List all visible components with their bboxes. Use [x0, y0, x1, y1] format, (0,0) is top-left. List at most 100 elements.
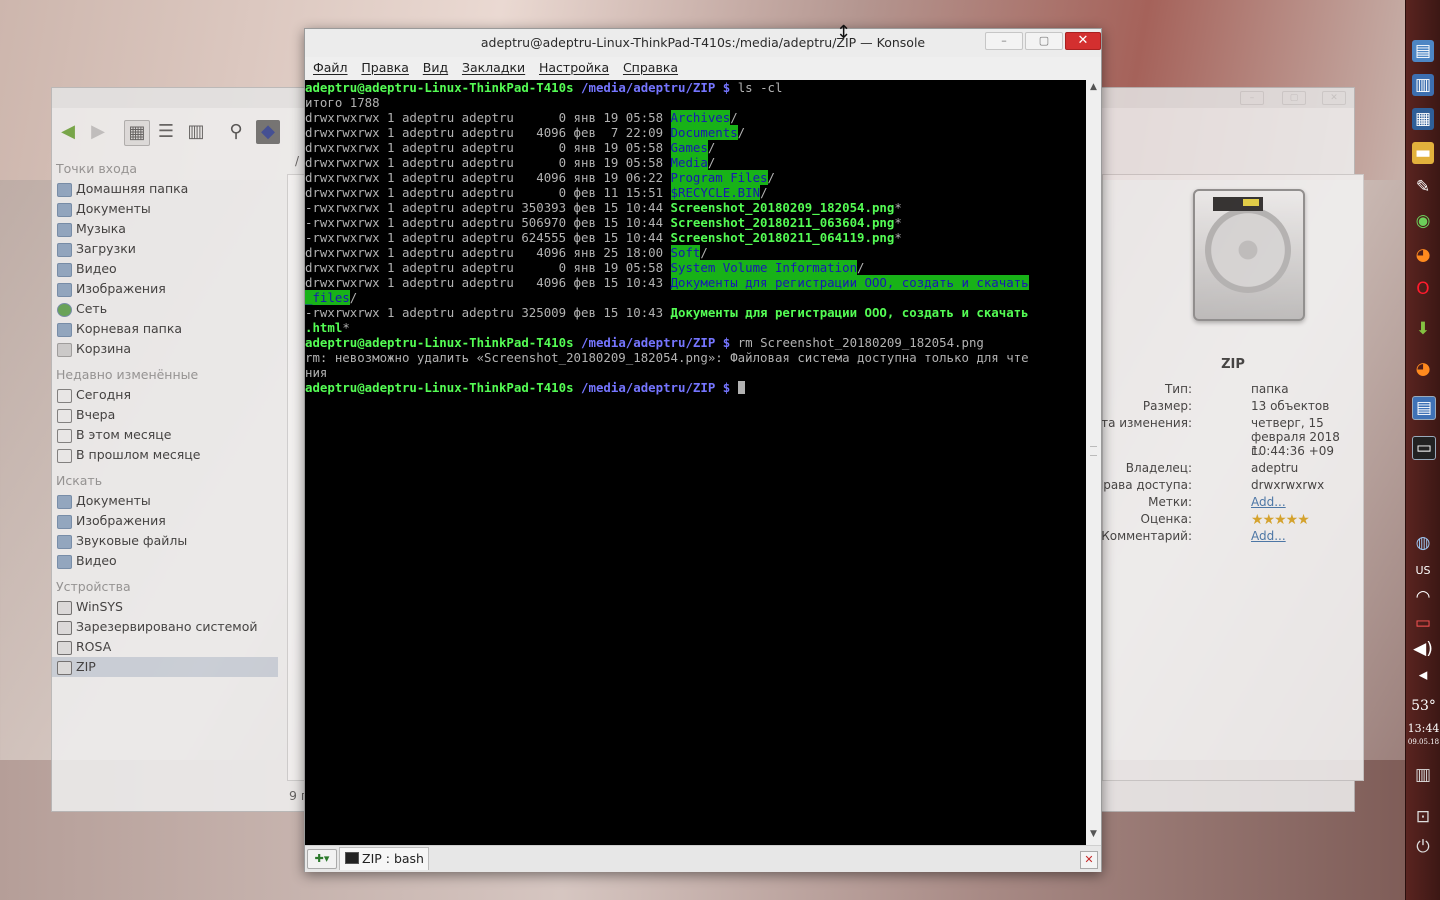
icons-view-icon[interactable]: ▦ [124, 120, 150, 146]
device-winsys[interactable]: WinSYS [52, 597, 287, 617]
scroll-up-arrow-icon[interactable]: ▲ [1088, 82, 1099, 94]
weather-temp[interactable]: 53° [1406, 698, 1440, 714]
spreadsheet-icon[interactable]: ▦ [1412, 108, 1434, 130]
place-videos[interactable]: Видео [52, 259, 287, 279]
total-line: итого 1788 [305, 95, 380, 110]
search-videos[interactable]: Видео [52, 551, 287, 571]
menu-edit[interactable]: Правка [361, 57, 409, 79]
folder-videos-icon [57, 555, 72, 569]
device-zip[interactable]: ZIP [52, 657, 278, 677]
recent-this-month[interactable]: В этом месяце [52, 425, 287, 445]
minimize-button[interactable]: – [985, 32, 1023, 50]
prompt-line: adeptru@adeptru-Linux-ThinkPad-T410s /me… [305, 335, 984, 350]
clock-time[interactable]: 13:44 [1406, 722, 1440, 735]
menu-settings[interactable]: Настройка [539, 57, 609, 79]
installer-icon[interactable]: ⬇ [1412, 318, 1434, 340]
keyboard-layout-icon[interactable]: US [1412, 560, 1434, 582]
firefox-alt-icon[interactable]: ◕ [1412, 358, 1434, 380]
info-name: ZIP [1221, 357, 1245, 372]
drive-icon [57, 601, 72, 615]
wifi-icon[interactable]: ◠ [1412, 586, 1434, 608]
details-view-icon[interactable]: ☰ [154, 120, 178, 144]
place-downloads[interactable]: Загрузки [52, 239, 287, 259]
place-pictures[interactable]: Изображения [52, 279, 287, 299]
search-icon[interactable]: ⚲ [224, 120, 248, 144]
add-comment-link[interactable]: Add... [1251, 529, 1351, 543]
menu-bookmarks[interactable]: Закладки [462, 57, 525, 79]
listing-row: drwxrwxrwx 1 adeptru adeptru 4096 янв 19… [305, 170, 775, 185]
place-trash[interactable]: Корзина [52, 339, 287, 359]
device-reserved[interactable]: Зарезервировано системой [52, 617, 287, 637]
thunderbird-icon[interactable]: ◍ [1412, 532, 1434, 554]
rating-stars[interactable]: ★★★★★ [1251, 512, 1351, 528]
place-network[interactable]: Сеть [52, 299, 287, 319]
close-button[interactable]: ✕ [1065, 32, 1101, 50]
recent-yesterday[interactable]: Вчера [52, 405, 287, 425]
search-documents[interactable]: Документы [52, 491, 287, 511]
hard-drive-icon [1193, 189, 1305, 321]
konsole-task-icon[interactable]: ▭ [1412, 436, 1436, 460]
terminal-scrollbar[interactable]: ▲ ▼ [1086, 80, 1101, 845]
breadcrumb[interactable]: / [295, 154, 299, 168]
opera-icon[interactable]: O [1412, 278, 1434, 300]
network-icon[interactable]: ◉ [1412, 210, 1434, 232]
folder-downloads-icon [57, 243, 72, 257]
menu-bar: Файл Правка Вид Закладки Настройка Справ… [305, 57, 1101, 79]
recent-today[interactable]: Сегодня [52, 385, 287, 405]
listing-row: drwxrwxrwx 1 adeptru adeptru 0 янв 19 05… [305, 110, 738, 125]
konsole-title[interactable]: adeptru@adeptru-Linux-ThinkPad-T410s:/me… [305, 29, 1101, 57]
add-tags-link[interactable]: Add... [1251, 495, 1351, 509]
calendar-icon [57, 389, 72, 403]
columns-view-icon[interactable]: ▥ [184, 120, 208, 144]
devices-heading: Устройства [56, 579, 131, 594]
listing-row: drwxrwxrwx 1 adeptru adeptru 4096 фев 7 … [305, 125, 746, 140]
dolphin-maximize-button[interactable]: ▢ [1282, 91, 1306, 105]
text-cursor [737, 381, 745, 394]
forward-arrow-icon[interactable]: ▶ [86, 120, 110, 144]
place-root[interactable]: Корневая папка [52, 319, 287, 339]
folder-icon[interactable]: ▬ [1412, 142, 1434, 164]
recent-last-month[interactable]: В прошлом месяце [52, 445, 287, 465]
listing-row: drwxrwxrwx 1 adeptru adeptru 4096 янв 25… [305, 245, 708, 260]
new-tab-button[interactable]: ✚▾ [307, 849, 337, 869]
listing-row-wrap: .html* [305, 320, 350, 335]
expand-tray-icon[interactable]: ◂ [1412, 664, 1434, 686]
menu-help[interactable]: Справка [623, 57, 678, 79]
tab-zip-bash[interactable]: ZIP : bash [339, 847, 429, 870]
close-tab-button[interactable]: ✕ [1080, 851, 1098, 869]
place-home[interactable]: Домашняя папка [52, 179, 287, 199]
text-editor-icon[interactable]: ✎ [1412, 176, 1434, 198]
search-images[interactable]: Изображения [52, 511, 287, 531]
volume-icon[interactable]: ◀) [1412, 638, 1434, 660]
scroll-down-arrow-icon[interactable]: ▼ [1088, 829, 1099, 841]
firefox-icon[interactable]: ◕ [1412, 244, 1434, 266]
file-manager-icon[interactable]: ▤ [1412, 40, 1434, 62]
power-icon[interactable]: ⏻ [1412, 836, 1434, 858]
calendar-icon [57, 429, 72, 443]
files-icon[interactable]: ▥ [1412, 74, 1434, 96]
calendar-icon [57, 449, 72, 463]
konsole-window[interactable]: adeptru@adeptru-Linux-ThinkPad-T410s:/me… [304, 28, 1102, 872]
clock-date[interactable]: 09.05.18 [1406, 738, 1440, 746]
search-audio[interactable]: Звуковые файлы [52, 531, 287, 551]
lock-icon[interactable]: ⊡ [1412, 806, 1434, 828]
preview-icon[interactable]: ◆ [256, 120, 280, 144]
battery-icon[interactable]: ▭ [1412, 612, 1434, 634]
folder-videos-icon [57, 263, 72, 277]
back-arrow-icon[interactable]: ◀ [56, 120, 80, 144]
maximize-button[interactable]: ▢ [1025, 32, 1063, 50]
menu-file[interactable]: Файл [313, 57, 348, 79]
trash-icon[interactable]: ▥ [1412, 764, 1434, 786]
menu-view[interactable]: Вид [423, 57, 448, 79]
dolphin-task-icon[interactable]: ▤ [1412, 396, 1436, 420]
dolphin-minimize-button[interactable]: – [1240, 91, 1264, 105]
scroll-handle[interactable] [1090, 446, 1097, 456]
place-music[interactable]: Музыка [52, 219, 287, 239]
calendar-icon [57, 409, 72, 423]
place-documents[interactable]: Документы [52, 199, 287, 219]
terminal-output[interactable]: adeptru@adeptru-Linux-ThinkPad-T410s /me… [305, 80, 1086, 845]
device-rosa[interactable]: ROSA [52, 637, 287, 657]
listing-row: -rwxrwxrwx 1 adeptru adeptru 506970 фев … [305, 215, 902, 230]
information-panel: ZIP Тип: папка Размер: 13 объектов Дата из… [1084, 174, 1364, 781]
dolphin-close-button[interactable]: ✕ [1322, 91, 1346, 105]
